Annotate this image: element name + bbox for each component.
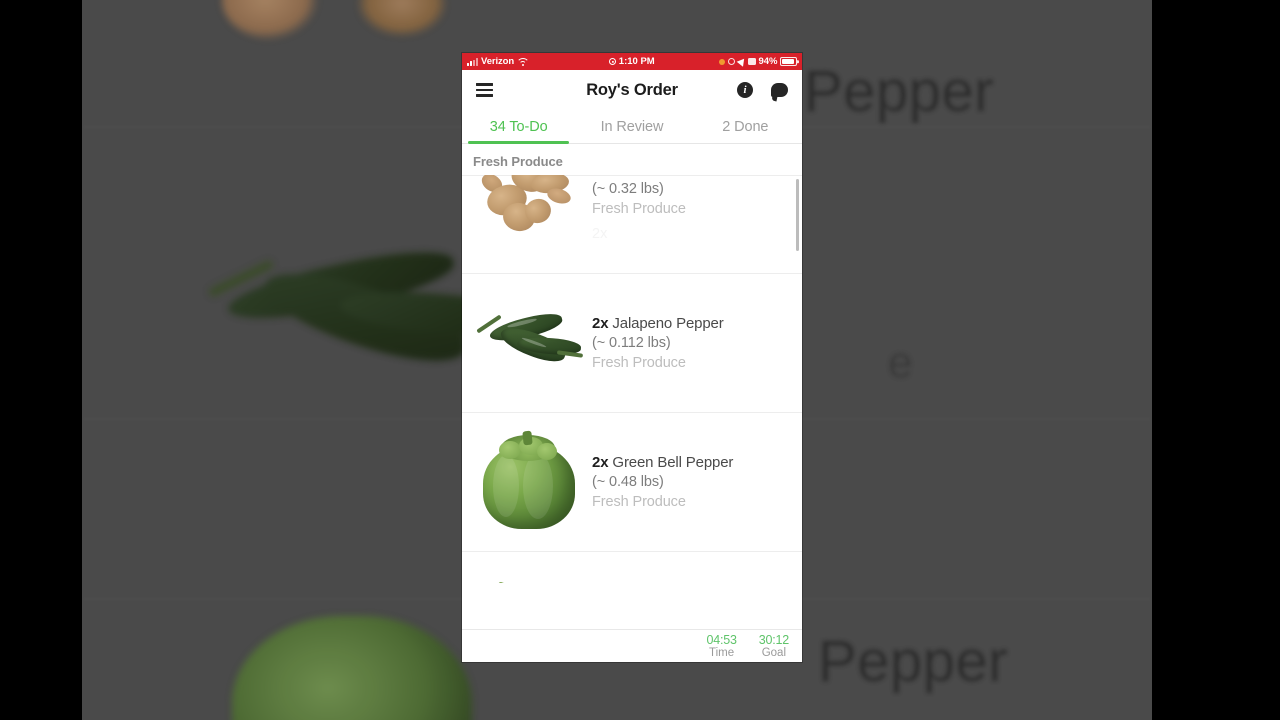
list-item[interactable]: (~ 0.32 lbs) Fresh Produce 2x — [462, 175, 802, 273]
timer-footer: 04:53 Time 30:12 Goal — [462, 629, 802, 662]
elapsed-time-value: 04:53 — [706, 632, 737, 647]
info-icon[interactable]: i — [737, 82, 753, 98]
chat-bubble-icon[interactable] — [771, 83, 788, 97]
item-thumbnail — [470, 175, 588, 254]
goal-time-value: 30:12 — [758, 632, 789, 647]
ginger-root-image — [478, 175, 577, 237]
green-bell-pepper-image — [479, 429, 579, 535]
status-bar: Verizon 1:10 PM 94% — [462, 53, 802, 70]
elapsed-time-stat: 04:53 Time — [706, 633, 736, 660]
carrier-label: Verizon — [481, 56, 515, 67]
signal-bars-icon — [467, 58, 478, 66]
backdrop-ginger-image — [222, 0, 318, 40]
alarm-icon — [748, 57, 756, 66]
backdrop-ghost-text: Pepper — [804, 59, 995, 124]
battery-icon — [780, 57, 797, 66]
list-item[interactable]: 2x Green Bell Pepper (~ 0.48 lbs) Fresh … — [462, 412, 802, 551]
item-details: 2x Jalapeno Pepper (~ 0.112 lbs) Fresh P… — [588, 314, 790, 373]
elapsed-time-label: Time — [709, 646, 735, 659]
app-navigation-bar: Roy's Order i — [462, 70, 802, 110]
item-name-label: Jalapeno Pepper — [612, 314, 724, 332]
item-weight: (~ 0.48 lbs) — [592, 473, 664, 490]
item-details: 2x Green Bell Pepper (~ 0.48 lbs) Fresh … — [588, 453, 790, 512]
battery-percent-label: 94% — [758, 56, 778, 67]
screen-record-icon — [609, 58, 617, 65]
backdrop-bell-pepper-image — [232, 616, 472, 720]
tab-to-do[interactable]: 34 To-Do — [462, 110, 575, 144]
at-icon — [727, 57, 736, 66]
item-details: (~ 0.32 lbs) Fresh Produce 2x — [588, 179, 790, 245]
item-quantity: 2x — [592, 314, 609, 332]
item-thumbnail — [470, 287, 588, 399]
list-item[interactable]: 2x Jalapeno Pepper (~ 0.112 lbs) Fresh P… — [462, 273, 802, 412]
item-ghost-text: 2x — [592, 226, 608, 242]
item-quantity: 2x — [592, 453, 609, 471]
list-scrollbar[interactable] — [796, 179, 799, 251]
order-item-list[interactable]: (~ 0.32 lbs) Fresh Produce 2x 2x Jalapen… — [462, 175, 802, 583]
goal-time-stat: 30:12 Goal — [759, 633, 789, 660]
item-category: Fresh Produce — [592, 493, 686, 510]
status-bar-right: 94% — [719, 56, 797, 67]
hamburger-menu-icon[interactable] — [476, 80, 493, 99]
wifi-icon — [517, 57, 528, 66]
item-thumbnail — [470, 426, 588, 538]
nav-actions: i — [737, 82, 788, 98]
backdrop-ghost-text: Pepper — [818, 629, 1009, 694]
orange-dot-icon — [719, 58, 726, 65]
location-arrow-icon — [736, 56, 748, 67]
item-category: Fresh Produce — [592, 354, 686, 371]
item-name: 2x Green Bell Pepper — [592, 453, 790, 472]
item-name-label: Green Bell Pepper — [612, 453, 734, 471]
status-bar-left: Verizon — [467, 56, 528, 67]
list-item[interactable]: 2x Red Anaheim Pepper (~ 0.04 lbs) — [462, 551, 802, 583]
item-thumbnail — [470, 565, 588, 583]
item-name: 2x Jalapeno Pepper — [592, 314, 790, 333]
tab-bar: 34 To-Do In Review 2 Done — [462, 110, 802, 144]
backdrop-ghost-text: e — [888, 338, 913, 387]
tab-done[interactable]: 2 Done — [689, 110, 802, 143]
goal-time-label: Goal — [761, 646, 786, 659]
clock-label: 1:10 PM — [618, 56, 655, 67]
backdrop-ginger-image — [358, 0, 446, 36]
item-weight: (~ 0.32 lbs) — [592, 181, 664, 197]
phone-screen: Verizon 1:10 PM 94% Roy's Order i 34 To-… — [462, 53, 802, 662]
jalapeno-pepper-image — [473, 300, 585, 386]
section-header: Fresh Produce — [462, 144, 802, 175]
screen-recording-stage: Pepper e Pepper Verizon 1:10 PM 94% Roy'… — [0, 0, 1280, 720]
item-category: Fresh Produce — [592, 201, 686, 217]
item-weight: (~ 0.112 lbs) — [592, 334, 671, 351]
tab-in-review[interactable]: In Review — [575, 110, 688, 143]
